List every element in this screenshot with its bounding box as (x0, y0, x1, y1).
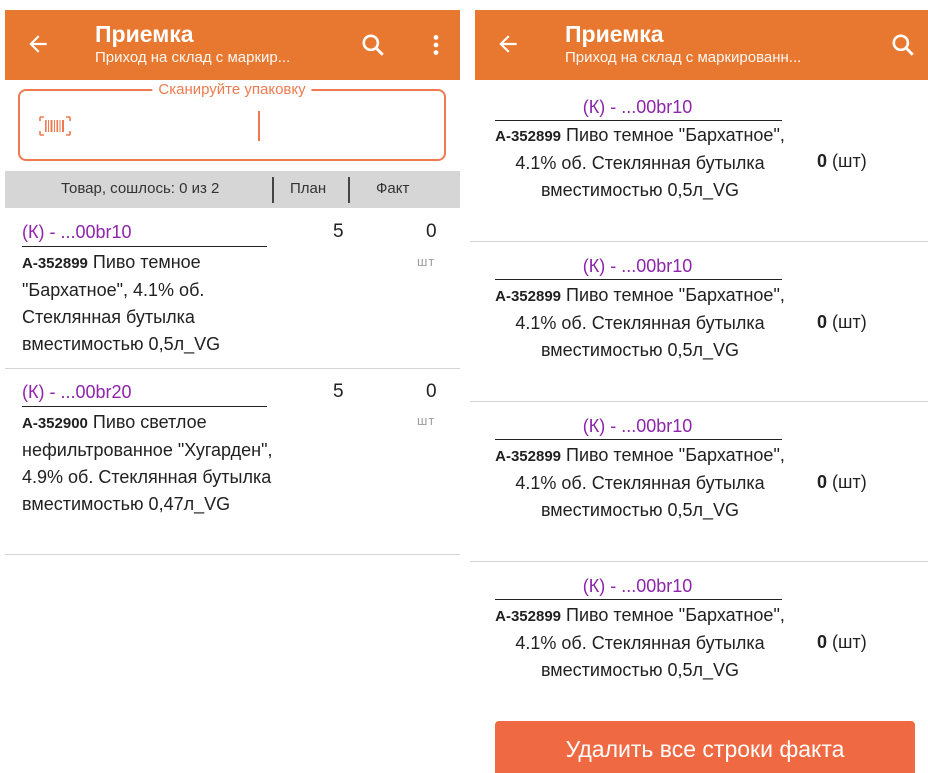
item-qty-unit: (шт) (832, 151, 867, 171)
list-item[interactable]: (К) - ...00br10 А-352899 Пиво темное "Ба… (470, 402, 928, 562)
more-vert-icon[interactable] (423, 32, 449, 58)
item-quantity: 0 (шт) (817, 151, 867, 172)
page-title: Приемка (565, 21, 664, 47)
divider (22, 246, 267, 247)
divider (495, 439, 782, 440)
item-fact: 0 (426, 221, 437, 242)
item-description: А-352899 Пиво темное "Бархатное", 4.1% о… (495, 602, 785, 684)
search-icon[interactable] (890, 32, 916, 58)
item-code: (К) - ...00br10 (582, 576, 693, 596)
column-divider (272, 177, 274, 203)
item-sku: А-352899 (495, 128, 562, 145)
item-sku: А-352899 (495, 608, 562, 625)
item-plan: 5 (333, 381, 344, 402)
item-description: А-352899 Пиво темное "Бархатное", 4.1% о… (22, 249, 282, 358)
item-qty-unit: (шт) (832, 312, 867, 332)
item-code: (К) - ...00br10 (582, 256, 693, 276)
item-sku: А-352900 (22, 415, 88, 432)
divider (495, 120, 782, 121)
list-item[interactable]: (К) - ...00br10 А-352899 Пиво темное "Ба… (470, 562, 928, 722)
list-column-header: Товар, сошлось: 0 из 2 План Факт (5, 171, 460, 208)
item-code: (К) - ...00br20 (22, 382, 132, 402)
list-item[interactable]: (К) - ...00br20 А-352900 Пиво светлое не… (5, 369, 460, 555)
scan-input[interactable]: Сканируйте упаковку (18, 80, 446, 161)
divider (495, 599, 782, 600)
column-plan: План (290, 180, 327, 197)
item-qty-value: 0 (817, 632, 828, 652)
item-description: А-352899 Пиво темное "Бархатное", 4.1% о… (495, 442, 785, 524)
column-divider (348, 177, 350, 203)
item-qty-value: 0 (817, 151, 828, 171)
delete-all-fact-rows-button[interactable]: Удалить все строки факта (495, 721, 915, 773)
app-bar: Приемка Приход на склад с маркированн... (475, 10, 928, 80)
column-item: Товар, сошлось: 0 из 2 (61, 180, 220, 197)
screen-receiving-list: Приемка Приход на склад с маркир... Скан… (0, 0, 460, 773)
item-description: А-352900 Пиво светлое нефильтрованное "Х… (22, 409, 282, 518)
scan-input-label: Сканируйте упаковку (152, 80, 312, 100)
page-title: Приемка (95, 21, 194, 47)
item-code: (К) - ...00br10 (582, 97, 693, 117)
page-subtitle: Приход на склад с маркир... (95, 49, 291, 66)
column-fact: Факт (376, 180, 410, 197)
item-qty-value: 0 (817, 472, 828, 492)
divider (22, 406, 267, 407)
item-description: А-352899 Пиво темное "Бархатное", 4.1% о… (495, 122, 785, 204)
app-bar: Приемка Приход на склад с маркир... (5, 10, 460, 80)
item-unit: шт (417, 413, 436, 428)
item-qty-unit: (шт) (832, 632, 867, 652)
item-sku: А-352899 (22, 255, 88, 272)
item-description: А-352899 Пиво темное "Бархатное", 4.1% о… (495, 282, 785, 364)
search-icon[interactable] (360, 32, 386, 58)
item-plan: 5 (333, 221, 344, 242)
item-sku: А-352899 (495, 448, 562, 465)
item-code: (К) - ...00br10 (582, 416, 693, 436)
item-quantity: 0 (шт) (817, 632, 867, 653)
barcode-icon (39, 116, 71, 136)
text-cursor (258, 111, 260, 141)
page-subtitle: Приход на склад с маркированн... (565, 49, 802, 66)
divider (495, 279, 782, 280)
item-unit: шт (417, 254, 436, 269)
item-quantity: 0 (шт) (817, 312, 867, 333)
item-qty-unit: (шт) (832, 472, 867, 492)
item-quantity: 0 (шт) (817, 472, 867, 493)
item-fact: 0 (426, 381, 437, 402)
list-item[interactable]: (К) - ...00br10 А-352899 Пиво темное "Ба… (470, 242, 928, 402)
screen-fact-list: Приемка Приход на склад с маркированн...… (470, 0, 928, 773)
item-code: (К) - ...00br10 (22, 222, 132, 242)
item-sku: А-352899 (495, 288, 562, 305)
back-arrow-icon[interactable] (25, 31, 51, 57)
list-item[interactable]: (К) - ...00br10 А-352899 Пиво темное "Ба… (5, 208, 460, 369)
item-qty-value: 0 (817, 312, 828, 332)
list-item[interactable]: (К) - ...00br10 А-352899 Пиво темное "Ба… (470, 82, 928, 242)
back-arrow-icon[interactable] (495, 31, 521, 57)
